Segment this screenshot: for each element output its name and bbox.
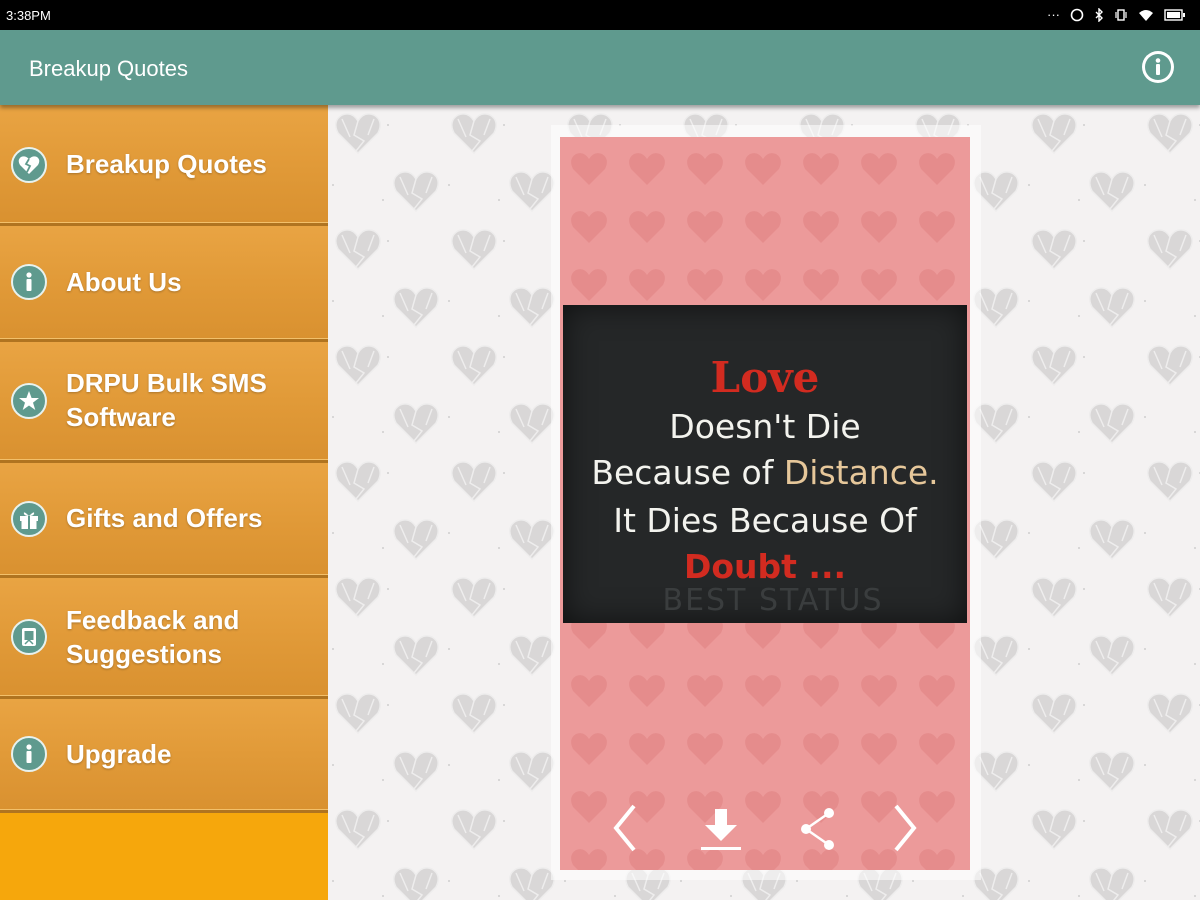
chevron-left-icon	[613, 804, 636, 852]
info-button[interactable]	[1142, 51, 1174, 83]
feedback-icon	[11, 619, 47, 655]
sidebar-item-upgrade[interactable]: Upgrade	[0, 699, 328, 813]
quote-line-doubt: Doubt ...	[683, 547, 847, 586]
sidebar: Breakup Quotes About Us DRPU Bulk SMS So…	[0, 105, 328, 900]
download-icon	[701, 809, 741, 850]
sidebar-item-label: About Us	[66, 267, 182, 297]
status-bar: 3:38PM ···	[0, 0, 1200, 30]
quote-line-2: Doesn't Die	[669, 407, 861, 446]
sidebar-item-label: Feedback and Suggestions	[66, 605, 240, 669]
info-icon	[1145, 54, 1171, 80]
vibrate-icon	[1115, 9, 1127, 21]
app-bar: Breakup Quotes	[0, 30, 1200, 105]
sidebar-item-label: Upgrade	[66, 739, 172, 769]
status-time: 3:38PM	[6, 8, 51, 23]
info-icon	[11, 736, 47, 772]
sidebar-item-gifts-offers[interactable]: Gifts and Offers	[0, 463, 328, 578]
sidebar-item-label: Breakup Quotes	[66, 149, 267, 179]
next-button[interactable]	[880, 800, 930, 856]
gift-icon	[11, 501, 47, 537]
previous-button[interactable]	[600, 800, 650, 856]
app-title: Breakup Quotes	[29, 56, 188, 81]
sidebar-item-label: Gifts and Offers	[66, 503, 263, 533]
sidebar-item-drpu-bulk-sms[interactable]: DRPU Bulk SMS Software	[0, 342, 328, 463]
quote-line-love: Love	[710, 353, 820, 402]
share-button[interactable]	[793, 800, 843, 856]
star-icon	[11, 383, 47, 419]
quote-watermark: BEST STATUS	[662, 583, 884, 618]
download-button[interactable]	[696, 800, 746, 856]
circle-icon	[1070, 8, 1084, 22]
share-icon	[801, 808, 834, 850]
quote-line-3a: Because of	[591, 453, 784, 492]
broken-heart-icon	[11, 147, 47, 183]
wifi-icon	[1139, 9, 1153, 21]
sidebar-item-label: DRPU Bulk SMS Software	[66, 368, 267, 432]
more-icon: ···	[1047, 7, 1060, 22]
quote-image: Love Doesn't Die Because of Distance. It…	[563, 305, 967, 623]
bluetooth-icon	[1095, 8, 1103, 22]
sidebar-item-feedback[interactable]: Feedback and Suggestions	[0, 578, 328, 699]
quote-line-3b: Distance.	[783, 453, 939, 492]
quote-line-4: It Dies Because Of	[613, 501, 917, 540]
sidebar-item-breakup-quotes[interactable]: Breakup Quotes	[0, 105, 328, 226]
quote-line-3: Because of Distance.	[563, 453, 967, 492]
info-icon	[11, 264, 47, 300]
sidebar-item-about-us[interactable]: About Us	[0, 226, 328, 342]
chevron-right-icon	[894, 804, 917, 852]
battery-icon	[1164, 9, 1185, 21]
status-icons: ···	[1047, 6, 1186, 24]
